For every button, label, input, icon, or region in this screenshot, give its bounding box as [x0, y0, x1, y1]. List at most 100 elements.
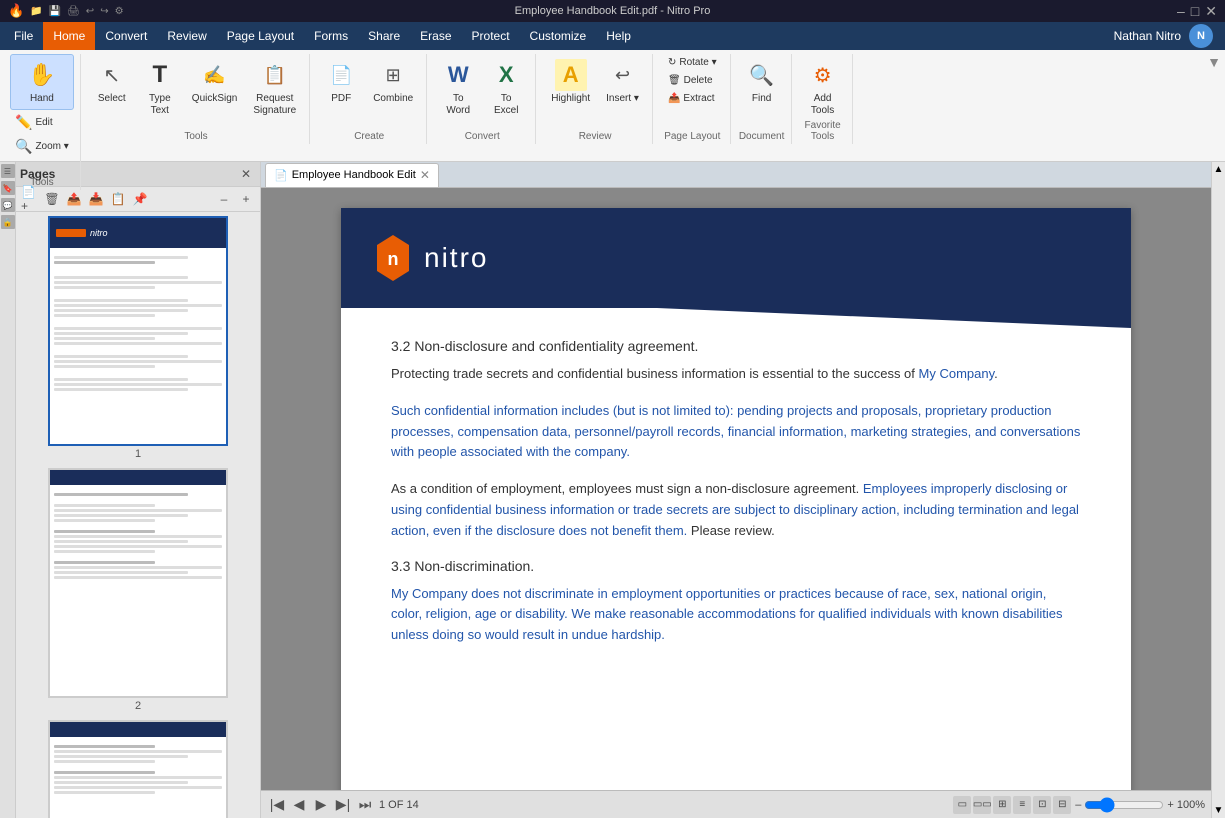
pages-zoom-in-btn[interactable]: +	[236, 189, 256, 209]
menu-protect[interactable]: Protect	[462, 22, 520, 50]
zoom-minus-btn[interactable]: –	[1075, 799, 1081, 811]
nav-last-btn[interactable]: ⏭	[355, 795, 375, 815]
type-button[interactable]: T TypeText	[137, 54, 183, 122]
page-thumb-img-3	[48, 720, 228, 818]
doc-viewer[interactable]: n nitro 3.2 Non-disclosure and confident…	[261, 188, 1211, 790]
extract-icon: 📤	[668, 93, 680, 104]
ribbon-group-review: A Highlight ↩ Insert ▾ Review	[538, 54, 653, 144]
view-fit-btn[interactable]: ⊡	[1033, 796, 1051, 814]
group-label-tools2: Tools	[83, 131, 309, 142]
menu-share[interactable]: Share	[358, 22, 410, 50]
menu-customize[interactable]: Customize	[520, 22, 597, 50]
hand-icon: ✋	[26, 59, 58, 91]
pdf-page: n nitro 3.2 Non-disclosure and confident…	[341, 208, 1131, 790]
quicksign-button[interactable]: ✍ QuickSign	[185, 54, 245, 122]
zoom-plus-btn[interactable]: +	[1167, 799, 1173, 811]
maximize-btn[interactable]: □	[1191, 3, 1199, 20]
group-label-favoritetools: Favorite Tools	[794, 120, 852, 142]
username: Nathan Nitro	[1114, 29, 1181, 43]
nav-play-btn[interactable]: ▶	[311, 795, 331, 815]
minimize-btn[interactable]: –	[1177, 3, 1185, 20]
security-icon[interactable]: 🔒	[1, 215, 15, 229]
view-grid-btn[interactable]: ⊞	[993, 796, 1011, 814]
scroll-down-btn[interactable]: ▼	[1214, 805, 1224, 818]
zoom-level: 100%	[1177, 799, 1205, 811]
close-btn[interactable]: ✕	[1205, 3, 1217, 20]
pdf-para1: Protecting trade secrets and confidentia…	[391, 364, 1081, 385]
page-thumb-3[interactable]: 3	[20, 720, 256, 818]
nav-first-btn[interactable]: |◀	[267, 795, 287, 815]
group-label-document: Document	[733, 131, 791, 142]
menu-forms[interactable]: Forms	[304, 22, 358, 50]
group-label-create: Create	[312, 131, 426, 142]
zoom-button[interactable]: 🔍 Zoom ▾	[10, 135, 74, 158]
pages-add-btn[interactable]: 📄+	[20, 189, 40, 209]
delete-button[interactable]: 🗑 Delete	[661, 72, 724, 89]
extract-button[interactable]: 📤 Extract	[661, 90, 724, 107]
highlight-button[interactable]: A Highlight	[544, 54, 597, 110]
to-word-button[interactable]: W ToWord	[435, 54, 481, 122]
pages-delete-btn[interactable]: 🗑	[42, 189, 62, 209]
pdf-link2: Such confidential information includes (…	[391, 403, 1080, 460]
pdf-section2: 3.3 Non-discrimination.	[391, 558, 1081, 574]
status-bar: |◀ ◀ ▶ ▶| ⏭ 1 OF 14 ▭ ▭▭ ⊞ ≡ ⊡ ⊟	[261, 790, 1211, 818]
view-widefit-btn[interactable]: ⊟	[1053, 796, 1071, 814]
menu-erase[interactable]: Erase	[410, 22, 461, 50]
to-excel-button[interactable]: X ToExcel	[483, 54, 529, 122]
menu-pagelayout[interactable]: Page Layout	[217, 22, 304, 50]
pages-copy-btn[interactable]: 📋	[108, 189, 128, 209]
ribbon-scroll-btn[interactable]: ▼	[1207, 54, 1221, 70]
find-button[interactable]: 🔍 Find	[739, 54, 785, 110]
edit-icon: ✏️	[15, 114, 32, 131]
page-thumb-img-1: nitro	[48, 216, 228, 446]
nitro-logo-area: n nitro	[371, 233, 488, 283]
page-thumb-1[interactable]: nitro	[20, 216, 256, 460]
menu-review[interactable]: Review	[157, 22, 216, 50]
menu-convert[interactable]: Convert	[95, 22, 157, 50]
insert-button[interactable]: ↩ Insert ▾	[599, 54, 646, 110]
menu-home[interactable]: Home	[43, 22, 95, 50]
edit-label: Edit	[35, 117, 52, 128]
ribbon-group-convert: W ToWord X ToExcel Convert	[429, 54, 536, 144]
add-tools-button[interactable]: ⚙ AddTools	[800, 54, 846, 122]
edit-button[interactable]: ✏️ Edit	[10, 111, 74, 134]
select-button[interactable]: ↖ Select	[89, 54, 135, 122]
pages-paste-btn[interactable]: 📌	[130, 189, 150, 209]
page-thumb-2[interactable]: 2	[20, 468, 256, 712]
pages-extract-btn[interactable]: 📤	[64, 189, 84, 209]
view-dual-btn[interactable]: ▭▭	[973, 796, 991, 814]
pages-import-btn[interactable]: 📥	[86, 189, 106, 209]
view-scroll-btn[interactable]: ≡	[1013, 796, 1031, 814]
pdf-header: n nitro	[341, 208, 1131, 308]
comments-icon[interactable]: 💬	[1, 198, 15, 212]
rotate-icon: ↻	[668, 57, 676, 68]
zoom-slider[interactable]	[1084, 797, 1164, 813]
menu-file[interactable]: File	[4, 22, 43, 50]
request-label: RequestSignature	[253, 93, 296, 117]
menu-help[interactable]: Help	[596, 22, 641, 50]
add-tools-label: AddTools	[811, 93, 834, 117]
word-icon: W	[442, 59, 474, 91]
pdf-button[interactable]: 📄 PDF	[318, 54, 364, 110]
title-bar-controls[interactable]: – □ ✕	[1177, 3, 1217, 20]
pages-zoom-out-btn[interactable]: –	[214, 189, 234, 209]
to-word-label: ToWord	[446, 93, 470, 117]
pdf-icon: 📄	[325, 59, 357, 91]
request-signature-button[interactable]: 📋 RequestSignature	[246, 54, 303, 122]
zoom-label: Zoom ▾	[35, 141, 68, 152]
request-icon: 📋	[259, 59, 291, 91]
user-avatar[interactable]: N	[1189, 24, 1213, 48]
zoom-slider-area: – + 100%	[1075, 797, 1205, 813]
nav-prev-btn[interactable]: ◀	[289, 795, 309, 815]
delete-label: Delete	[684, 75, 713, 86]
nav-next-btn[interactable]: ▶|	[333, 795, 353, 815]
ribbon-group-create: 📄 PDF ⊞ Combine Create	[312, 54, 427, 144]
pdf-para3: As a condition of employment, employees …	[391, 479, 1081, 541]
rotate-button[interactable]: ↻ Rotate ▾	[661, 54, 724, 71]
insert-label: Insert ▾	[606, 93, 639, 105]
hand-button[interactable]: ✋ Hand	[10, 54, 74, 110]
combine-label: Combine	[373, 93, 413, 105]
view-single-btn[interactable]: ▭	[953, 796, 971, 814]
group-label-review: Review	[538, 131, 652, 142]
combine-button[interactable]: ⊞ Combine	[366, 54, 420, 110]
